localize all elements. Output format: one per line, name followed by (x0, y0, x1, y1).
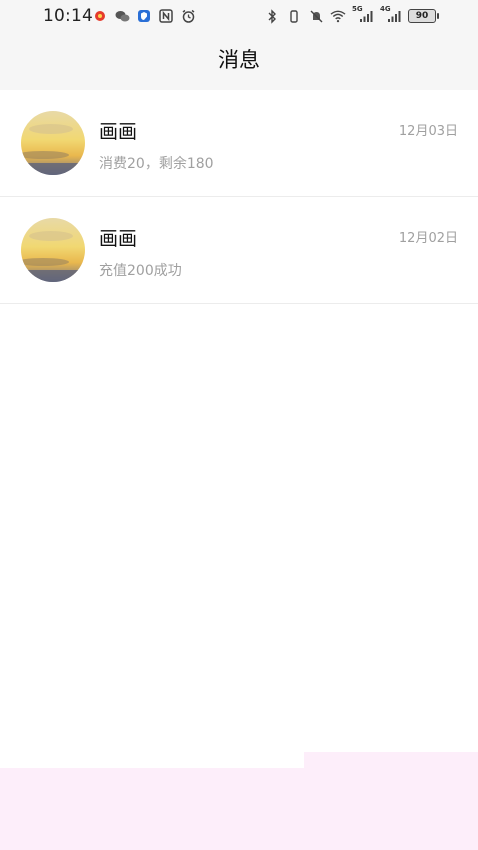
message-preview: 消费20，剩余180 (99, 156, 214, 172)
bottom-overlay-right (304, 752, 478, 850)
message-date: 12月02日 (398, 231, 458, 246)
wechat-icon (114, 8, 130, 24)
screen: 10:14 5G 4G 90 消息 画画 消费20，剩余180 12月03日 画… (0, 0, 478, 850)
wifi-icon (330, 8, 346, 24)
battery-level: 90 (415, 11, 429, 21)
alarm-icon (180, 8, 196, 24)
app-notification-icon (92, 8, 108, 24)
top-area: 10:14 5G 4G 90 消息 (0, 0, 478, 90)
page-title: 消息 (218, 48, 260, 72)
battery-icon: 90 (408, 9, 439, 23)
status-right-icons: 5G 4G 90 (264, 5, 439, 24)
signal-4g-icon: 4G (380, 5, 402, 24)
vibrate-icon (286, 8, 302, 24)
bottom-overlay-left (0, 768, 304, 850)
message-item[interactable]: 画画 充值200成功 12月02日 (0, 197, 478, 304)
message-sender: 画画 (99, 228, 138, 250)
mute-bell-icon (308, 8, 324, 24)
bluetooth-icon (264, 8, 280, 24)
signal-5g-icon: 5G (352, 5, 374, 24)
message-date: 12月03日 (398, 124, 458, 139)
status-bar: 10:14 5G 4G 90 (0, 0, 478, 34)
message-sender: 画画 (99, 121, 138, 143)
shield-app-icon (136, 8, 152, 24)
network-5g-label: 5G (352, 5, 363, 13)
status-time: 10:14 (43, 6, 93, 26)
avatar (21, 111, 85, 175)
message-item[interactable]: 画画 消费20，剩余180 12月03日 (0, 90, 478, 197)
avatar (21, 218, 85, 282)
message-list: 画画 消费20，剩余180 12月03日 画画 充值200成功 12月02日 (0, 90, 478, 304)
nfc-icon (158, 8, 174, 24)
status-left-icons (92, 8, 196, 24)
message-preview: 充值200成功 (99, 263, 182, 279)
network-4g-label: 4G (380, 5, 391, 13)
